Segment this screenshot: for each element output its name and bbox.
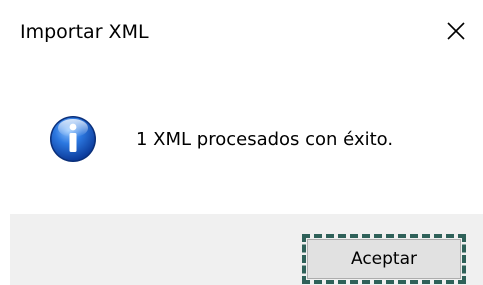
title-bar[interactable]: Importar XML [10, 0, 483, 64]
close-button[interactable] [443, 18, 469, 44]
window-title: Importar XML [20, 21, 149, 43]
close-icon [447, 22, 465, 40]
ok-button[interactable]: Aceptar [302, 234, 466, 284]
message-text: 1 XML procesados con éxito. [136, 129, 394, 150]
button-bar: Aceptar [10, 214, 483, 285]
info-icon [50, 116, 96, 162]
window-left-edge [0, 0, 10, 285]
dialog-content: 1 XML procesados con éxito. [10, 64, 483, 214]
message-dialog: Importar XML 1 XML procesados con éxito.… [0, 0, 483, 285]
